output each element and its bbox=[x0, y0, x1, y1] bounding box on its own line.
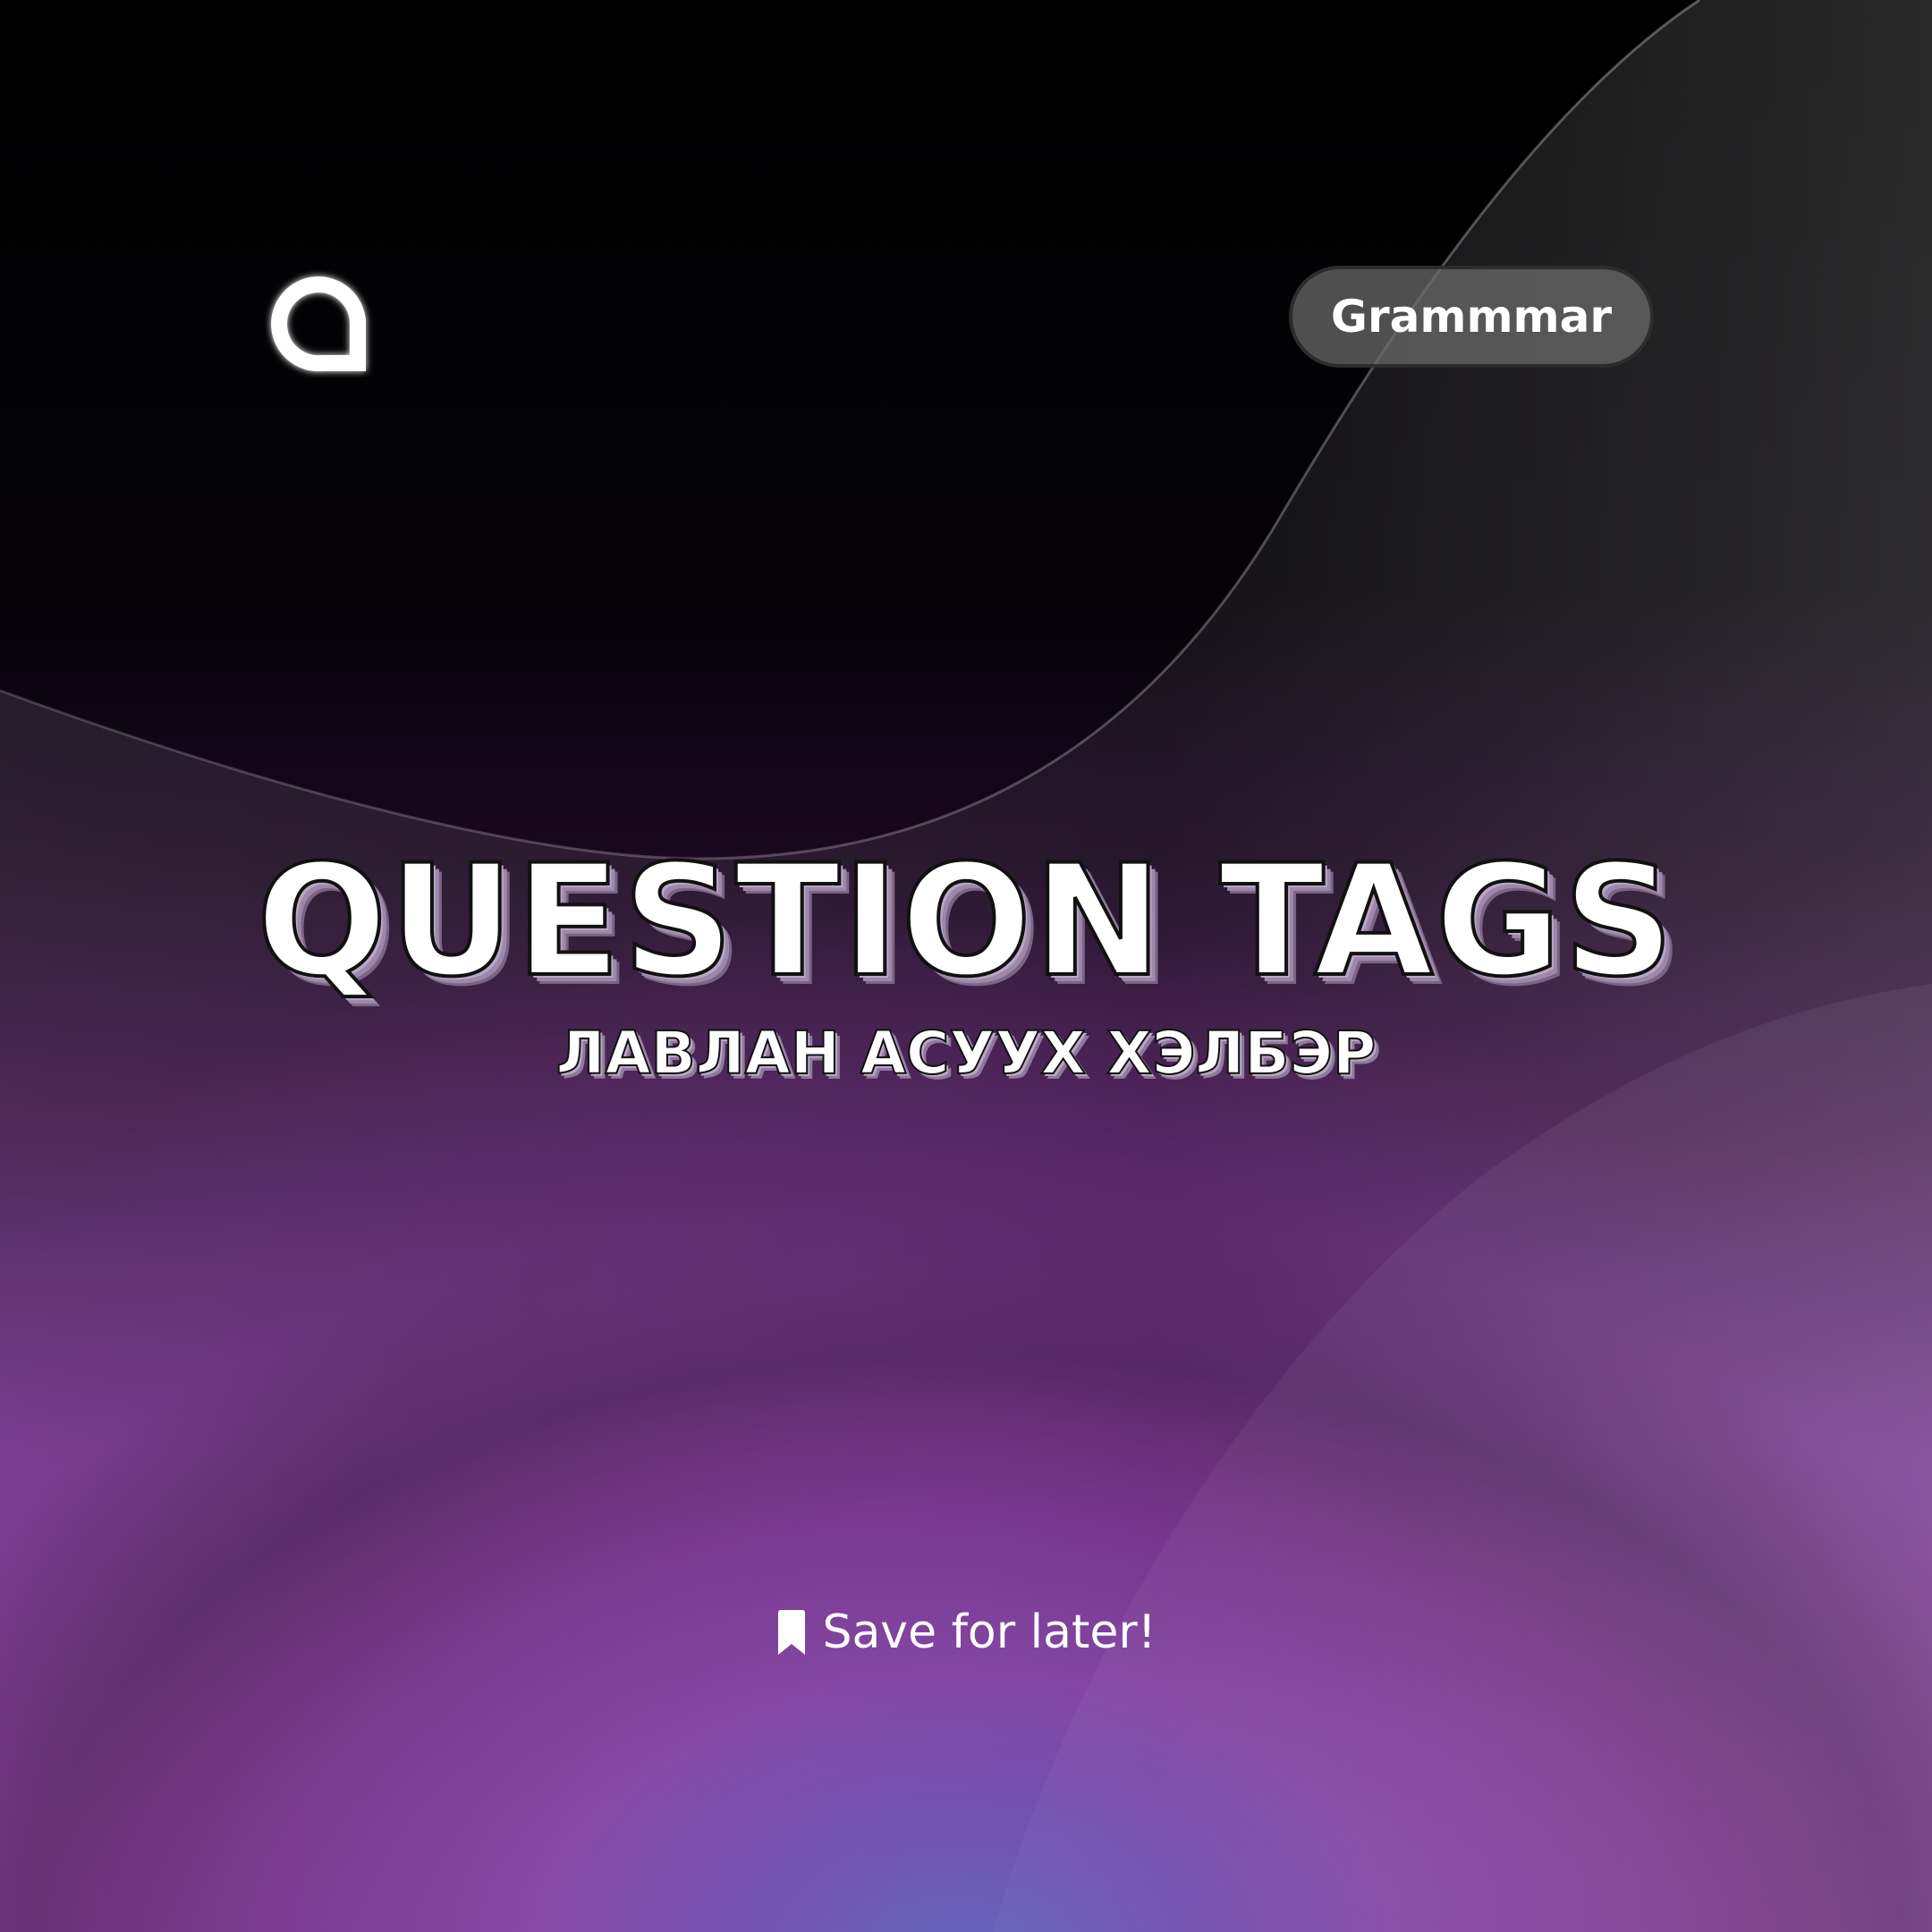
post-canvas: Grammmar QUESTION TAGS ЛАВЛАН АСУУХ ХЭЛБ… bbox=[0, 0, 1932, 1932]
page-title: QUESTION TAGS bbox=[255, 831, 1676, 1011]
bookmark-icon bbox=[778, 1610, 806, 1655]
category-tag[interactable]: Grammmar bbox=[1289, 266, 1654, 368]
save-for-later-label: Save for later! bbox=[822, 1606, 1157, 1659]
page-subtitle: ЛАВЛАН АСУУХ ХЭЛБЭР bbox=[555, 1019, 1377, 1089]
category-tag-label: Grammmar bbox=[1330, 291, 1613, 343]
save-for-later-button[interactable]: Save for later! bbox=[0, 1606, 1932, 1659]
letter-a-logo-icon bbox=[265, 265, 377, 377]
